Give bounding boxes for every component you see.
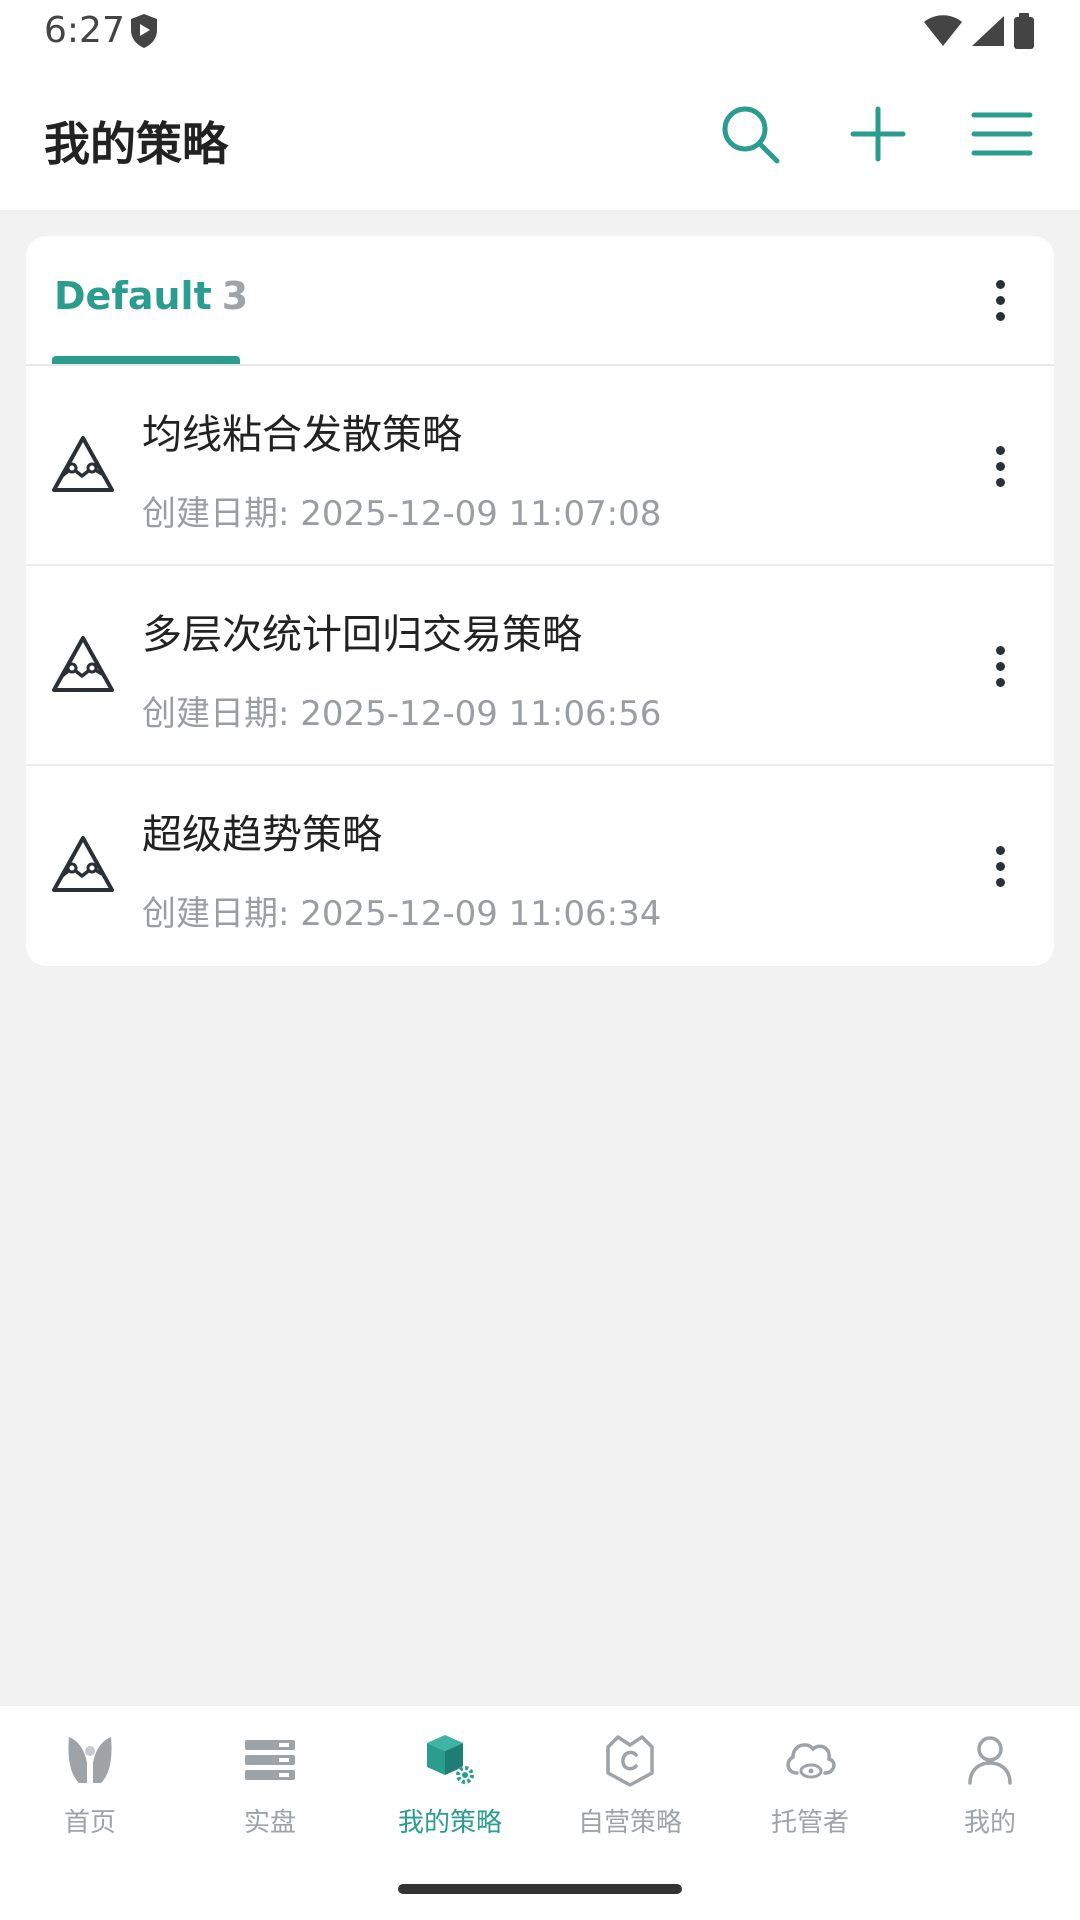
more-vert-icon xyxy=(995,445,1005,455)
group-tab-indicator xyxy=(52,356,240,364)
search-icon xyxy=(719,103,781,169)
home-logo-icon xyxy=(60,1730,120,1790)
strategy-group-card: Default 3 均线粘合发散策略 创建日期: 2025-12-09 11:07… xyxy=(26,236,1054,966)
search-button[interactable] xyxy=(714,100,786,172)
strategy-more-button[interactable] xyxy=(980,630,1020,702)
group-more-button[interactable] xyxy=(980,264,1020,336)
group-tab-default[interactable]: Default 3 xyxy=(54,274,248,318)
nav-item-docker[interactable]: 托管者 xyxy=(735,1730,885,1850)
strategy-name: 多层次统计回归交易策略 xyxy=(142,612,582,658)
strategy-row[interactable]: 超级趋势策略 创建日期: 2025-12-09 11:06:34 xyxy=(26,766,1054,966)
nav-label: 首页 xyxy=(63,1808,116,1838)
more-vert-icon xyxy=(995,645,1005,655)
group-name: Default xyxy=(54,274,212,318)
strategy-row[interactable]: 多层次统计回归交易策略 创建日期: 2025-12-09 11:06:56 xyxy=(26,566,1054,766)
status-bar: 6:27 xyxy=(0,0,1080,64)
wifi-icon xyxy=(922,14,964,52)
shield-icon xyxy=(128,12,160,54)
nav-item-profile[interactable]: 我的 xyxy=(915,1730,1065,1850)
server-stack-icon xyxy=(240,1730,300,1790)
status-time: 6:27 xyxy=(44,10,125,51)
home-indicator[interactable] xyxy=(398,1884,682,1894)
nav-item-my-strategies[interactable]: 我的策略 xyxy=(375,1730,525,1850)
signal-icon xyxy=(970,14,1006,52)
nav-item-proprietary-strategies[interactable]: 自营策略 xyxy=(555,1730,705,1850)
nav-label: 自营策略 xyxy=(577,1808,682,1838)
strategy-chart-icon xyxy=(50,632,116,698)
strategy-created-date: 创建日期: 2025-12-09 11:06:56 xyxy=(142,694,662,734)
strategy-more-button[interactable] xyxy=(980,430,1020,502)
strategy-chart-icon xyxy=(50,432,116,498)
status-indicators xyxy=(922,12,1036,54)
group-header: Default 3 xyxy=(26,236,1054,366)
nav-label: 我的 xyxy=(963,1808,1016,1838)
nav-label: 我的策略 xyxy=(397,1808,502,1838)
add-strategy-button[interactable] xyxy=(842,100,914,172)
page-title: 我的策略 xyxy=(44,117,228,171)
cloud-eye-icon xyxy=(780,1730,840,1790)
crown-shield-icon xyxy=(600,1730,660,1790)
nav-item-live[interactable]: 实盘 xyxy=(195,1730,345,1850)
strategy-more-button[interactable] xyxy=(980,830,1020,902)
nav-label: 托管者 xyxy=(770,1808,849,1838)
battery-icon xyxy=(1012,12,1036,54)
strategy-chart-icon xyxy=(50,832,116,898)
user-icon xyxy=(960,1730,1020,1790)
more-vert-icon xyxy=(995,845,1005,855)
menu-button[interactable] xyxy=(966,100,1038,172)
nav-item-home[interactable]: 首页 xyxy=(15,1730,165,1850)
strategy-cube-icon xyxy=(420,1730,480,1790)
more-vert-icon xyxy=(995,279,1005,289)
strategy-row[interactable]: 均线粘合发散策略 创建日期: 2025-12-09 11:07:08 xyxy=(26,366,1054,566)
app-bar: 我的策略 xyxy=(0,64,1080,210)
strategy-name: 超级趋势策略 xyxy=(142,812,382,858)
strategy-name: 均线粘合发散策略 xyxy=(142,412,462,458)
hamburger-menu-icon xyxy=(971,110,1033,162)
strategy-created-date: 创建日期: 2025-12-09 11:07:08 xyxy=(142,494,662,534)
nav-label: 实盘 xyxy=(243,1808,296,1838)
plus-icon xyxy=(850,106,906,166)
group-count: 3 xyxy=(221,274,249,318)
strategy-created-date: 创建日期: 2025-12-09 11:06:34 xyxy=(142,894,662,934)
